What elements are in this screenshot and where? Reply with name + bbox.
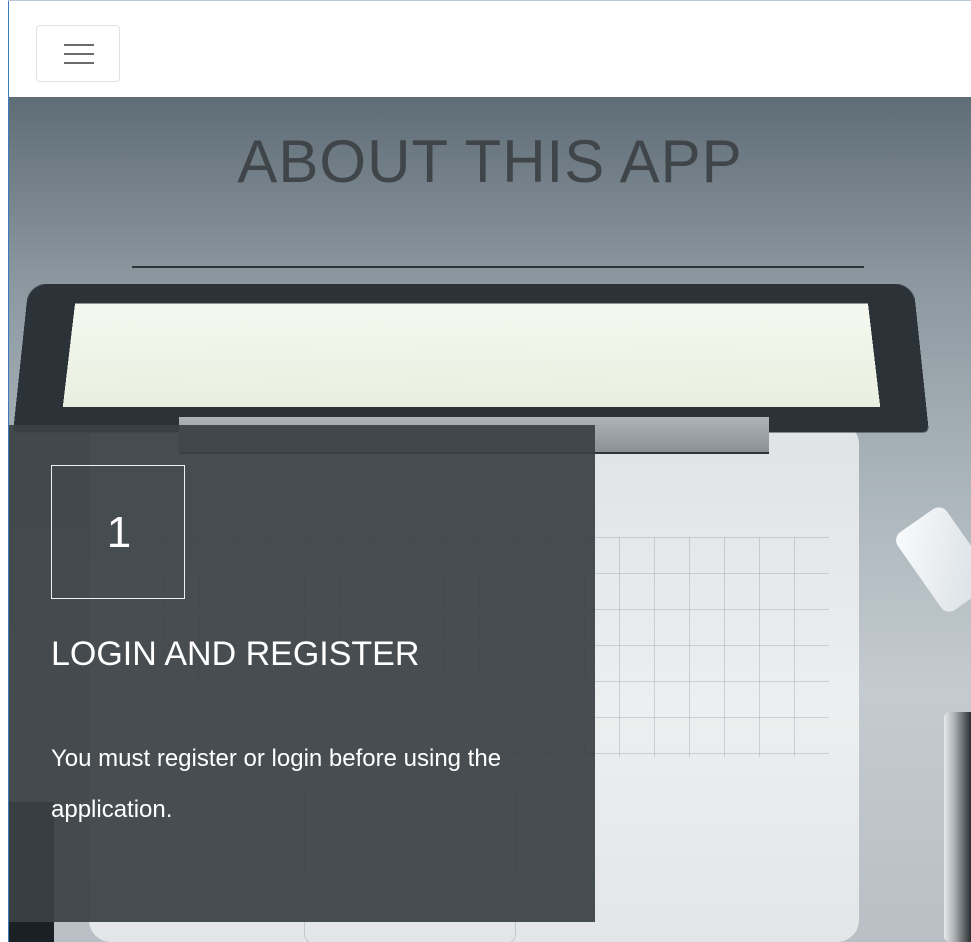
- menu-toggle-button[interactable]: [36, 25, 120, 82]
- step-number: 1: [106, 508, 132, 557]
- laptop-screen-image: [62, 303, 881, 408]
- title-divider: [132, 266, 864, 268]
- navbar: [9, 1, 971, 97]
- step-description: You must register or login before using …: [51, 745, 502, 823]
- window-border: [8, 0, 9, 942]
- page: ABOUT THIS APP 1 LOGIN AND REGISTER You …: [0, 0, 971, 942]
- step-title: LOGIN AND REGISTER: [51, 635, 420, 673]
- camera-image: [944, 712, 971, 942]
- window-top-border: [8, 0, 971, 1]
- cup-image: [892, 503, 971, 616]
- section-title: ABOUT THIS APP: [237, 128, 743, 195]
- hamburger-menu-icon-line: [64, 53, 94, 55]
- about-section: ABOUT THIS APP 1 LOGIN AND REGISTER You …: [9, 97, 971, 942]
- step-card: 1 LOGIN AND REGISTER You must register o…: [9, 425, 595, 922]
- step-number-box: 1: [51, 465, 185, 599]
- hamburger-menu-icon: [64, 44, 94, 46]
- hamburger-menu-icon-line: [64, 62, 94, 64]
